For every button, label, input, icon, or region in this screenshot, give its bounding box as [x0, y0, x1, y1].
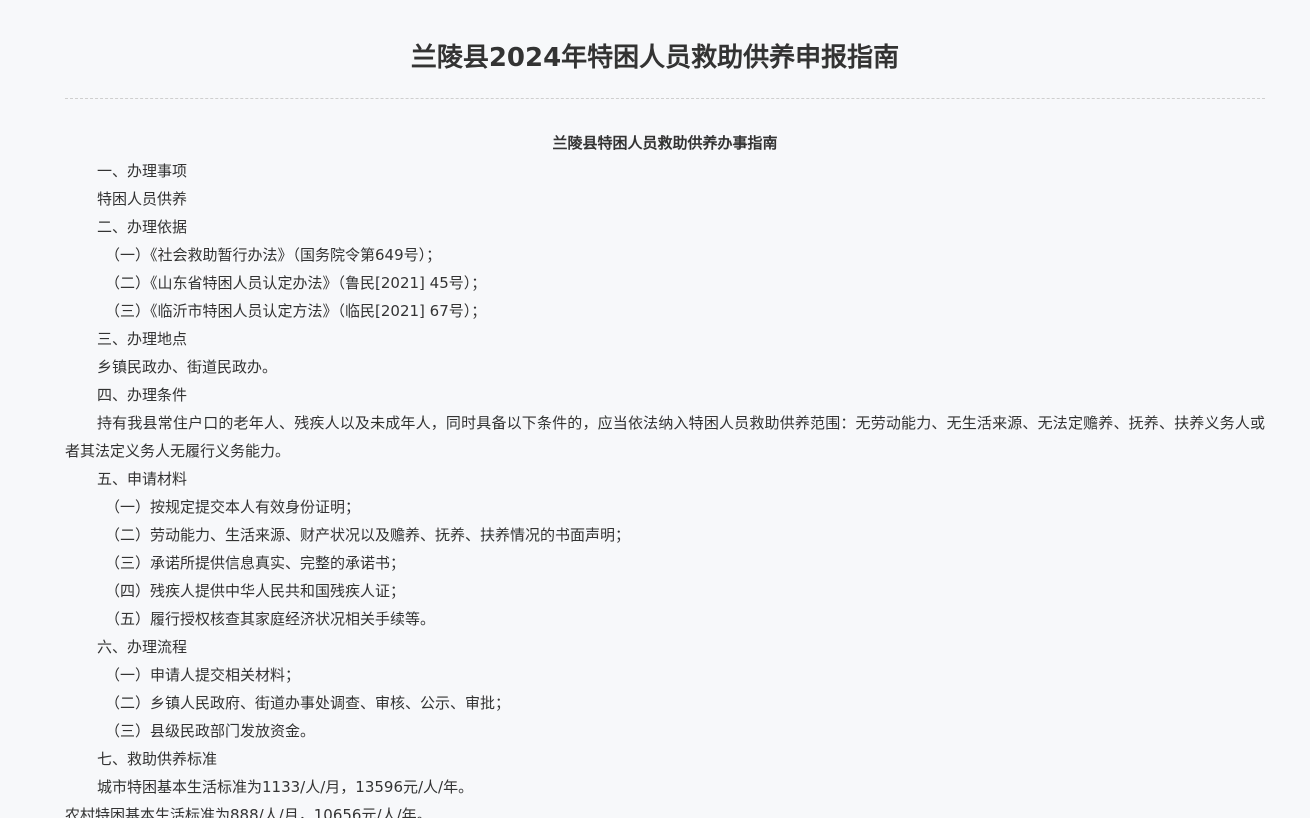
- section-text-1: 特困人员供养: [97, 190, 188, 208]
- section-heading-2: 二、办理依据: [97, 218, 188, 236]
- list-item: （一）《社会救助暂行办法》（国务院令第649号）；: [105, 246, 442, 264]
- section-text-3: 乡镇民政办、街道民政办。: [97, 358, 278, 376]
- article-body: 兰陵县特困人员救助供养办事指南 一、办理事项 特困人员供养 二、办理依据 （一）…: [65, 129, 1265, 818]
- title-divider: [65, 98, 1265, 99]
- list-item: （四）残疾人提供中华人民共和国残疾人证；: [105, 582, 406, 600]
- section-heading-4: 四、办理条件: [97, 386, 188, 404]
- section-heading-1: 一、办理事项: [97, 162, 188, 180]
- rural-standard-text: 农村特困基本生活标准为888/人/月，10656元/人/年。: [65, 806, 432, 818]
- list-item: （三）《临沂市特困人员认定方法》（临民[2021] 67号）；: [105, 302, 487, 320]
- section-heading-6: 六、办理流程: [97, 638, 188, 656]
- list-item: （三）县级民政部门发放资金。: [105, 722, 316, 740]
- article-subtitle: 兰陵县特困人员救助供养办事指南: [552, 134, 778, 152]
- section-heading-7: 七、救助供养标准: [97, 750, 218, 768]
- list-item: （三）承诺所提供信息真实、完整的承诺书；: [105, 554, 406, 572]
- list-item: （二）《山东省特困人员认定办法》（鲁民[2021] 45号）；: [105, 274, 487, 292]
- section-heading-3: 三、办理地点: [97, 330, 188, 348]
- list-item: （二）劳动能力、生活来源、财产状况以及赡养、抚养、扶养情况的书面声明；: [105, 526, 631, 544]
- page: 兰陵县2024年特困人员救助供养申报指南 兰陵县特困人员救助供养办事指南 一、办…: [0, 0, 1310, 818]
- urban-standard-text: 城市特困基本生活标准为1133/人/月，13596元/人/年。: [97, 778, 474, 796]
- section-text-4: 持有我县常住户口的老年人、残疾人以及未成年人，同时具备以下条件的，应当依法纳入特…: [65, 414, 1265, 460]
- page-title: 兰陵县2024年特困人员救助供养申报指南: [410, 43, 900, 73]
- list-item: （一）申请人提交相关材料；: [105, 666, 301, 684]
- list-item: （二）乡镇人民政府、街道办事处调查、审核、公示、审批；: [105, 694, 511, 712]
- list-item: （一）按规定提交本人有效身份证明；: [105, 498, 361, 516]
- list-item: （五）履行授权核查其家庭经济状况相关手续等。: [105, 610, 436, 628]
- section-heading-5: 五、申请材料: [97, 470, 188, 488]
